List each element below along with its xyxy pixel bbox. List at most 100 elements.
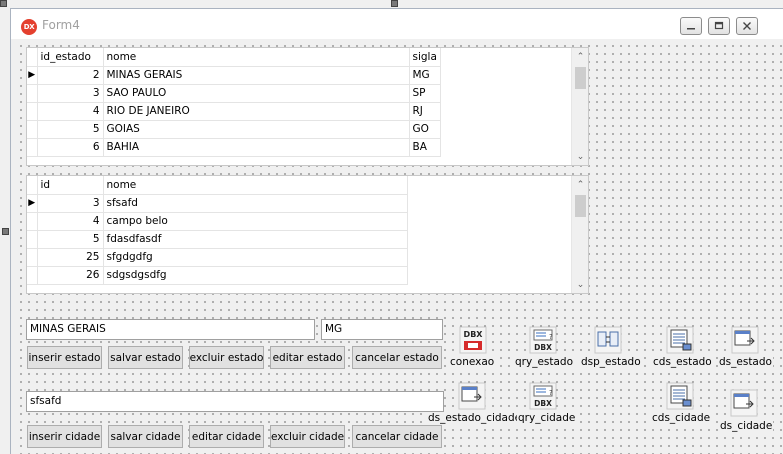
indicator-column [27, 176, 38, 195]
excluir-estado-button[interactable]: excluir estado [189, 346, 264, 369]
estado-sigla-input[interactable]: MG [321, 319, 443, 340]
datasource-icon[interactable] [730, 389, 758, 417]
table-cell[interactable]: 3 [37, 84, 104, 103]
cancelar-cidade-button[interactable]: cancelar cidade [352, 425, 442, 448]
table-cell[interactable]: BAHIA [103, 138, 410, 157]
table-row[interactable]: ▶ 3 sfsafd [27, 194, 408, 213]
salvar-estado-button[interactable]: salvar estado [108, 346, 183, 369]
client-dataset-icon[interactable] [666, 382, 694, 410]
table-row[interactable]: 5 fdasdfasdf [27, 230, 408, 249]
column-header[interactable]: nome [103, 176, 408, 195]
selection-handle-top-middle[interactable] [391, 0, 398, 7]
datasource-icon[interactable] [458, 382, 486, 410]
component-label: ds_cidade [719, 420, 774, 432]
component-label: ds_estado_cidade [427, 412, 523, 424]
table-cell[interactable]: BA [409, 138, 441, 157]
window-title: Form4 [42, 18, 80, 32]
inserir-estado-button[interactable]: inserir estado [27, 346, 102, 369]
table-cell[interactable]: MINAS GERAIS [103, 66, 410, 85]
dbx-query-icon[interactable]: ? DBX [529, 382, 557, 410]
row-indicator [27, 266, 38, 285]
component-label: qry_cidade [517, 412, 577, 424]
column-header[interactable]: id [37, 176, 104, 195]
selection-handle-mid-left[interactable] [2, 228, 9, 235]
row-indicator [27, 230, 38, 249]
table-cell[interactable]: MG [409, 66, 441, 85]
svg-text:DBX: DBX [464, 330, 484, 339]
table-cell[interactable]: 25 [37, 248, 104, 267]
grid-cidade[interactable]: id nome ▶ 3 sfsafd 4 campo belo 5 fdasdf… [26, 175, 589, 294]
table-row[interactable]: 6 BAHIA BA [27, 138, 441, 157]
scroll-up-icon[interactable]: ⌃ [572, 176, 588, 193]
editar-estado-button[interactable]: editar estado [270, 346, 345, 369]
dbx-connection-icon[interactable]: DBX [459, 326, 487, 354]
table-cell[interactable]: 3 [37, 194, 104, 213]
vertical-scrollbar[interactable]: ⌃ ⌄ [571, 48, 588, 165]
row-indicator [27, 248, 38, 267]
table-row[interactable]: 5 GOIAS GO [27, 120, 441, 139]
table-cell[interactable]: 2 [37, 66, 104, 85]
scroll-down-icon[interactable]: ⌄ [572, 276, 588, 293]
svg-text:DBX: DBX [534, 399, 552, 408]
table-row[interactable]: 25 sfgdgdfg [27, 248, 408, 267]
close-button[interactable] [736, 17, 758, 35]
table-cell[interactable]: 5 [37, 120, 104, 139]
table-cell[interactable]: sfsafd [103, 194, 408, 213]
title-bar[interactable]: DX Form4 [11, 9, 783, 39]
form-window: DX Form4 id_estado nome sigla ▶ 2 MINAS … [10, 8, 783, 454]
editar-cidade-button[interactable]: editar cidade [189, 425, 264, 448]
app-logo-icon: DX [21, 19, 37, 35]
row-indicator [27, 138, 38, 157]
svg-text:?: ? [549, 333, 553, 341]
svg-text:?: ? [549, 389, 553, 397]
datasource-icon[interactable] [731, 326, 759, 354]
table-row[interactable]: ▶ 2 MINAS GERAIS MG [27, 66, 441, 85]
selection-handle-top-left[interactable] [0, 0, 7, 7]
table-cell[interactable]: RIO DE JANEIRO [103, 102, 410, 121]
estado-nome-input[interactable]: MINAS GERAIS [26, 319, 315, 340]
dbx-query-icon[interactable]: ? DBX [529, 326, 557, 354]
salvar-cidade-button[interactable]: salvar cidade [108, 425, 183, 448]
row-indicator [27, 212, 38, 231]
current-row-indicator-icon: ▶ [27, 66, 38, 85]
cancelar-estado-button[interactable]: cancelar estado [352, 346, 442, 369]
column-header[interactable]: id_estado [37, 48, 104, 67]
vertical-scrollbar[interactable]: ⌃ ⌄ [571, 176, 588, 293]
current-row-indicator-icon: ▶ [27, 194, 38, 213]
scroll-down-icon[interactable]: ⌄ [572, 148, 588, 165]
close-icon [743, 22, 751, 30]
excluir-cidade-button[interactable]: excluir cidade [270, 425, 345, 448]
scroll-up-icon[interactable]: ⌃ [572, 48, 588, 65]
maximize-icon [714, 21, 724, 30]
scroll-thumb[interactable] [575, 195, 586, 217]
table-cell[interactable]: sdgsdgsdfg [103, 266, 408, 285]
scroll-thumb[interactable] [575, 67, 586, 89]
cidade-nome-input[interactable]: sfsafd [26, 391, 444, 412]
column-header[interactable]: sigla [409, 48, 441, 67]
table-cell[interactable]: 5 [37, 230, 104, 249]
table-cell[interactable]: 4 [37, 102, 104, 121]
minimize-button[interactable] [680, 17, 702, 35]
table-cell[interactable]: sfgdgdfg [103, 248, 408, 267]
inserir-cidade-button[interactable]: inserir cidade [27, 425, 102, 448]
table-cell[interactable]: SP [409, 84, 441, 103]
table-cell[interactable]: RJ [409, 102, 441, 121]
column-header[interactable]: nome [103, 48, 410, 67]
table-row[interactable]: 3 SAO PAULO SP [27, 84, 441, 103]
table-cell[interactable]: GOIAS [103, 120, 410, 139]
table-cell[interactable]: fdasdfasdf [103, 230, 408, 249]
client-dataset-icon[interactable] [666, 326, 694, 354]
table-cell[interactable]: 4 [37, 212, 104, 231]
table-row[interactable]: 26 sdgsdgsdfg [27, 266, 408, 285]
table-cell[interactable]: 26 [37, 266, 104, 285]
table-row[interactable]: 4 campo belo [27, 212, 408, 231]
table-cell[interactable]: 6 [37, 138, 104, 157]
table-row[interactable]: 4 RIO DE JANEIRO RJ [27, 102, 441, 121]
maximize-button[interactable] [708, 17, 730, 35]
dataset-provider-icon[interactable] [594, 326, 622, 354]
grid-estado[interactable]: id_estado nome sigla ▶ 2 MINAS GERAIS MG… [26, 47, 589, 166]
table-cell[interactable]: campo belo [103, 212, 408, 231]
table-cell[interactable]: GO [409, 120, 441, 139]
table-cell[interactable]: SAO PAULO [103, 84, 410, 103]
row-indicator [27, 84, 38, 103]
